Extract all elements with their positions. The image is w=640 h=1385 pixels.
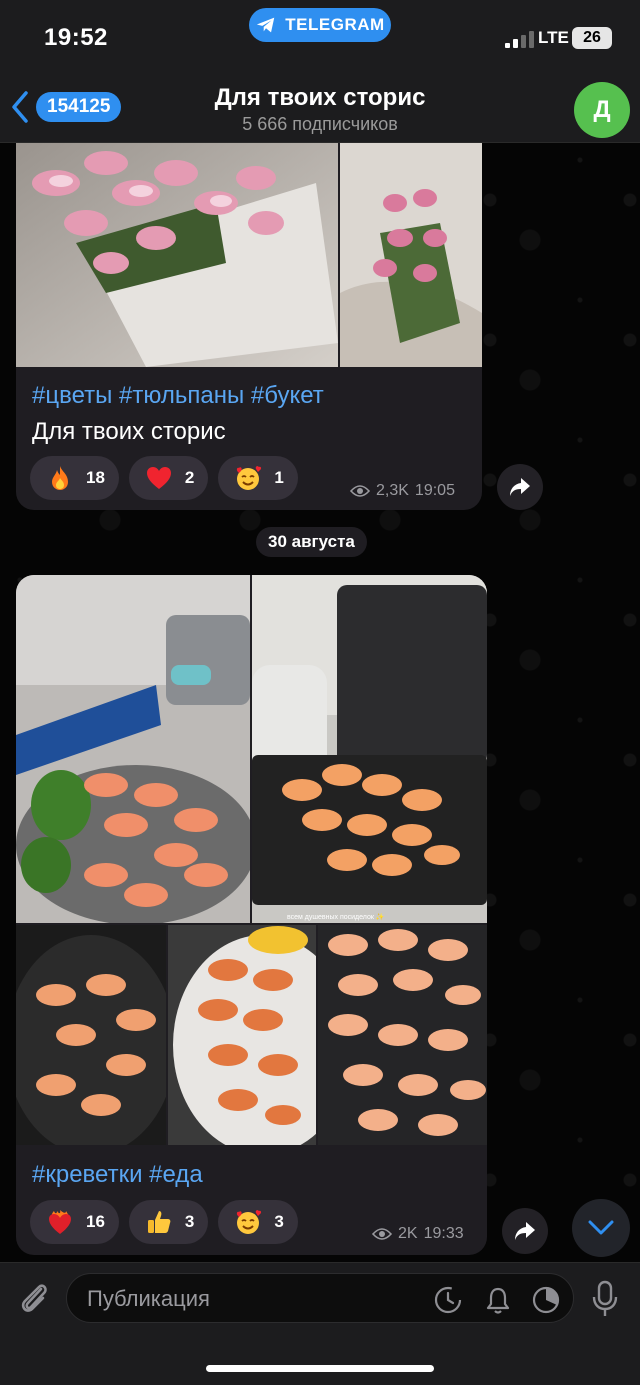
hashtags-link[interactable]: #креветки #еда (32, 1157, 472, 1193)
shrimp-plate-image (16, 575, 250, 923)
reaction-count: 3 (274, 1212, 284, 1231)
red-heart-icon (146, 467, 171, 489)
hashtags-link[interactable]: #цветы #тюльпаны #букет (32, 378, 472, 414)
scroll-to-bottom-button[interactable] (572, 1199, 630, 1257)
tulip-bouquet-image (16, 143, 338, 367)
smiling-face-with-hearts-icon (237, 466, 262, 490)
network-type: LTE (538, 28, 569, 47)
telegram-app-pill[interactable]: TELEGRAM (249, 8, 391, 42)
paperclip-icon[interactable] (16, 1279, 52, 1317)
smiling-face-with-hearts-icon (237, 1210, 262, 1234)
view-count: 2K (398, 1225, 418, 1242)
reaction-count: 16 (86, 1212, 105, 1231)
photo-watermark: всем душевных посиделок ✨ (287, 912, 385, 921)
reaction-count: 1 (274, 468, 284, 487)
post-caption: #креветки #еда (32, 1157, 472, 1193)
message-bubble-tulips[interactable]: #цветы #тюльпаны #букет Для твоих сторис… (16, 143, 482, 510)
caption-text: Для твоих сторис (32, 418, 226, 445)
post-caption: #цветы #тюльпаны #букет Для твоих сторис (32, 378, 472, 450)
reaction-smiling-hearts[interactable]: 1 (218, 456, 298, 500)
telegram-app-label: TELEGRAM (285, 15, 385, 34)
views-eye-icon (350, 485, 370, 497)
scheduled-clock-icon[interactable] (433, 1285, 463, 1315)
date-separator: 30 августа (256, 527, 367, 557)
reaction-count: 3 (184, 1212, 195, 1231)
channel-title[interactable]: Для твоих сторис (0, 84, 640, 112)
battery-indicator: 26 (572, 27, 612, 49)
reaction-count: 2 (184, 468, 195, 487)
share-button-tulips[interactable] (497, 464, 543, 510)
chat-header: 154125 Для твоих сторис 5 666 подписчико… (0, 70, 640, 143)
heart-on-fire-icon (49, 1210, 71, 1234)
microphone-icon[interactable] (590, 1280, 620, 1318)
signal-strength-icon (505, 30, 534, 48)
reactions-bar: 16 3 3 (30, 1200, 298, 1244)
composer-bar: Публикация (0, 1262, 640, 1385)
home-indicator (206, 1365, 434, 1372)
status-bar: 19:52 TELEGRAM LTE 26 (0, 0, 640, 70)
reaction-heart-on-fire[interactable]: 16 (30, 1200, 119, 1244)
tulips-on-cloth-image (340, 143, 482, 367)
share-arrow-icon (510, 478, 530, 496)
views-eye-icon (372, 1228, 392, 1240)
reaction-fire[interactable]: 18 (30, 456, 119, 500)
reaction-heart[interactable]: 2 (128, 456, 209, 500)
reaction-thumbs-up[interactable]: 3 (128, 1200, 209, 1244)
photo-tulips-1[interactable] (16, 143, 338, 367)
share-button-shrimps[interactable] (502, 1208, 548, 1254)
reaction-count: 18 (86, 468, 105, 487)
timer-icon[interactable] (531, 1285, 561, 1315)
telegram-paper-plane-icon (257, 17, 275, 33)
channel-avatar[interactable]: Д (574, 82, 630, 138)
message-meta: 2K 19:33 (372, 1225, 464, 1243)
message-time: 19:33 (423, 1225, 464, 1242)
shrimp-lemon-image (168, 925, 316, 1145)
photo-shrimp-3[interactable] (16, 925, 166, 1145)
input-placeholder: Публикация (87, 1286, 210, 1311)
subscriber-count: 5 666 подписчиков (242, 114, 398, 134)
thumbs-up-icon (147, 1211, 171, 1233)
message-meta: 2,3K 19:05 (350, 482, 455, 500)
fire-icon (52, 466, 68, 490)
reactions-bar: 18 2 1 (30, 456, 298, 500)
photo-shrimp-1[interactable] (16, 575, 250, 923)
photo-shrimp-5[interactable] (318, 925, 487, 1145)
view-count: 2,3K (376, 482, 409, 499)
shrimp-grill-image: всем душевных посиделок ✨ (252, 575, 487, 923)
photo-shrimp-2[interactable]: всем душевных посиделок ✨ (252, 575, 487, 923)
message-input[interactable]: Публикация (66, 1273, 574, 1323)
message-time: 19:05 (414, 482, 455, 499)
reaction-smiling-hearts[interactable]: 3 (218, 1200, 298, 1244)
chevron-down-icon (588, 1220, 614, 1235)
photo-shrimp-4[interactable] (168, 925, 316, 1145)
message-bubble-shrimps[interactable]: всем душевных посиделок ✨ #креветки #еда… (16, 575, 487, 1255)
shrimp-pan-image (16, 925, 166, 1145)
status-time: 19:52 (44, 24, 108, 51)
bell-icon[interactable] (483, 1285, 513, 1315)
share-arrow-icon (515, 1222, 535, 1240)
shrimp-tray-image (318, 925, 487, 1145)
photo-tulips-2[interactable] (340, 143, 482, 367)
